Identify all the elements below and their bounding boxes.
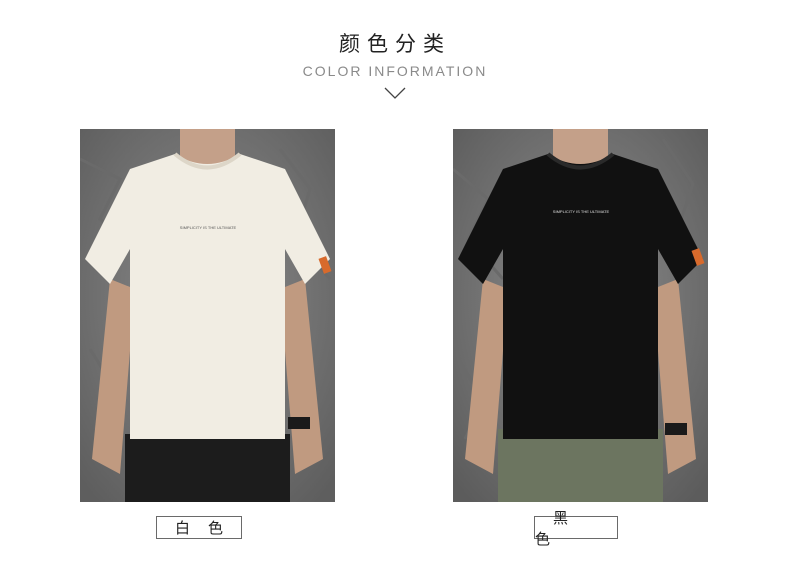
product-photo-white: SIMPLICITY IS THE ULTIMATE [80, 129, 335, 502]
chevron-down-icon [384, 87, 406, 99]
svg-text:SIMPLICITY IS THE ULTIMATE: SIMPLICITY IS THE ULTIMATE [553, 209, 610, 214]
color-label-white: 白色 [156, 516, 242, 539]
section-subtitle: COLOR INFORMATION [302, 63, 488, 79]
svg-text:SIMPLICITY IS THE ULTIMATE: SIMPLICITY IS THE ULTIMATE [180, 225, 237, 230]
color-label-black: 黑色 [534, 509, 618, 548]
section-title: 颜色分类 [339, 32, 451, 56]
product-photo-black: SIMPLICITY IS THE ULTIMATE [453, 129, 708, 502]
